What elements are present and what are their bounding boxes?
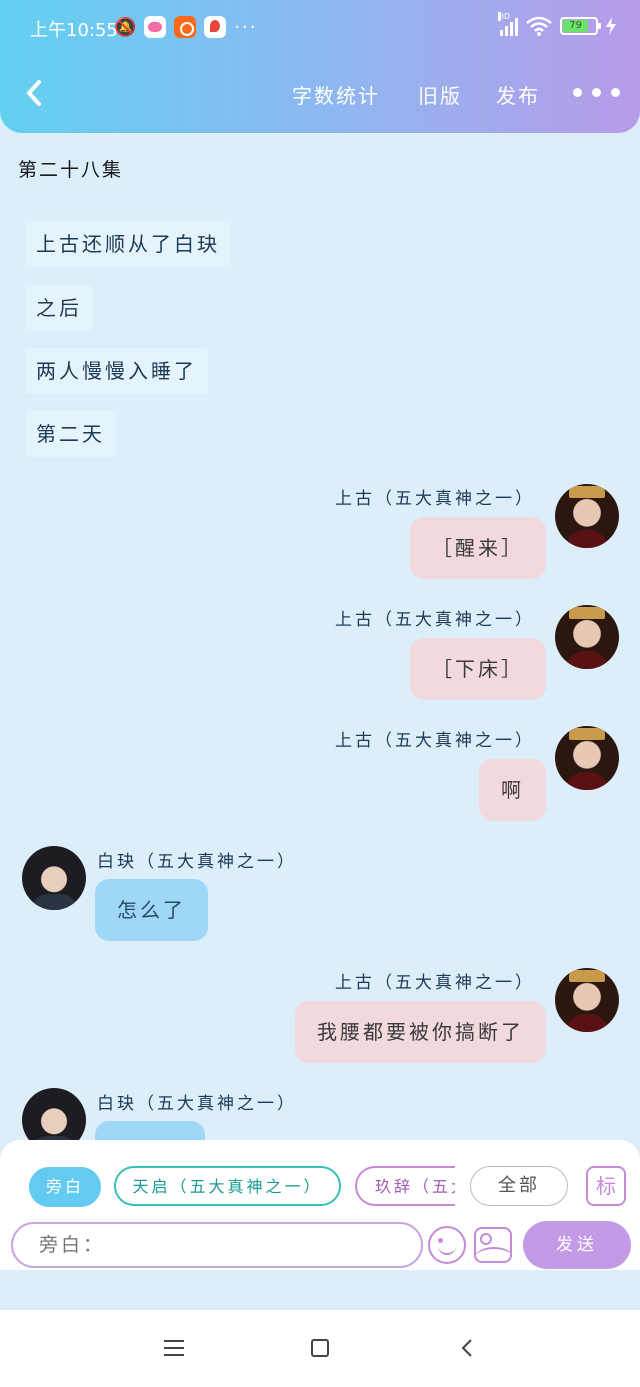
speaker-name: 上古（五大真神之一） (335, 973, 535, 993)
avatar-shanggu[interactable] (555, 484, 619, 548)
role-chip-all[interactable]: 全部 (470, 1166, 568, 1206)
message-bubble[interactable]: 我腰都要被你搞断了 (295, 1001, 546, 1063)
send-button[interactable]: 发送 (523, 1221, 631, 1269)
speaker-name: 上古（五大真神之一） (335, 731, 535, 751)
system-nav-bar (0, 1310, 640, 1387)
charging-icon (606, 17, 616, 35)
avatar-baijue[interactable] (22, 846, 86, 910)
word-count-button[interactable]: 字数统计 (292, 80, 380, 109)
app-header: 上午10:55 🔕 ··· HD 79 字数统计 旧版 发布 (0, 0, 640, 133)
speaker-name: 白玦（五大真神之一） (97, 1094, 297, 1114)
status-bar: 上午10:55 🔕 ··· HD 79 (0, 0, 640, 60)
input-panel: 旁白 天启（五大真神之一） 玖辞（五大真神之一） 全部 标 发送 (0, 1140, 640, 1270)
menu-icon[interactable] (164, 1340, 184, 1356)
narration-line[interactable]: 第二天 (25, 411, 116, 457)
avatar-shanggu[interactable] (555, 726, 619, 790)
game-app-icon (144, 16, 167, 38)
emoji-icon[interactable] (428, 1226, 466, 1264)
publish-button[interactable]: 发布 (496, 80, 540, 109)
narration-line[interactable]: 之后 (25, 285, 93, 331)
message-bubble[interactable]: 啊 (479, 759, 546, 821)
battery-icon: 79 (560, 17, 601, 35)
bell-muted-icon: 🔕 (114, 16, 137, 38)
top-toolbar: 字数统计 旧版 发布 (0, 72, 640, 118)
message-bubble[interactable]: 怎么了 (95, 879, 208, 941)
tag-button[interactable]: 标 (586, 1166, 626, 1206)
kuaishou-app-icon (174, 16, 197, 38)
system-icons: HD 79 (498, 12, 616, 36)
status-time: 上午10:55 (30, 20, 118, 41)
back-icon[interactable] (22, 78, 46, 108)
message-bubble[interactable]: ［下床］ (410, 638, 546, 700)
old-version-button[interactable]: 旧版 (418, 80, 462, 109)
avatar-shanggu[interactable] (555, 605, 619, 669)
image-icon[interactable] (474, 1227, 512, 1263)
more-notifications-icon: ··· (234, 16, 258, 38)
narration-line[interactable]: 上古还顺从了白玦 (25, 221, 231, 267)
speaker-name: 白玦（五大真神之一） (97, 852, 297, 872)
avatar-shanggu[interactable] (555, 968, 619, 1032)
wifi-icon (526, 16, 552, 36)
chapter-title: 第二十八集 (18, 159, 124, 181)
speaker-name: 上古（五大真神之一） (335, 610, 535, 630)
map-app-icon (204, 16, 227, 38)
narration-line[interactable]: 两人慢慢入睡了 (25, 348, 208, 394)
home-icon[interactable] (311, 1339, 329, 1357)
more-options-icon[interactable] (573, 88, 620, 97)
speaker-name: 上古（五大真神之一） (335, 489, 535, 509)
signal-icon: HD (498, 12, 518, 36)
role-chip-jiuci[interactable]: 玖辞（五大真神之一） (355, 1166, 455, 1206)
nav-back-icon[interactable] (460, 1338, 474, 1358)
message-bubble[interactable]: ［醒来］ (410, 517, 546, 579)
notification-icons: 🔕 ··· (114, 16, 258, 38)
role-chip-tianqi[interactable]: 天启（五大真神之一） (114, 1166, 341, 1206)
role-chip-narrator[interactable]: 旁白 (29, 1167, 101, 1207)
message-input[interactable] (11, 1222, 423, 1268)
